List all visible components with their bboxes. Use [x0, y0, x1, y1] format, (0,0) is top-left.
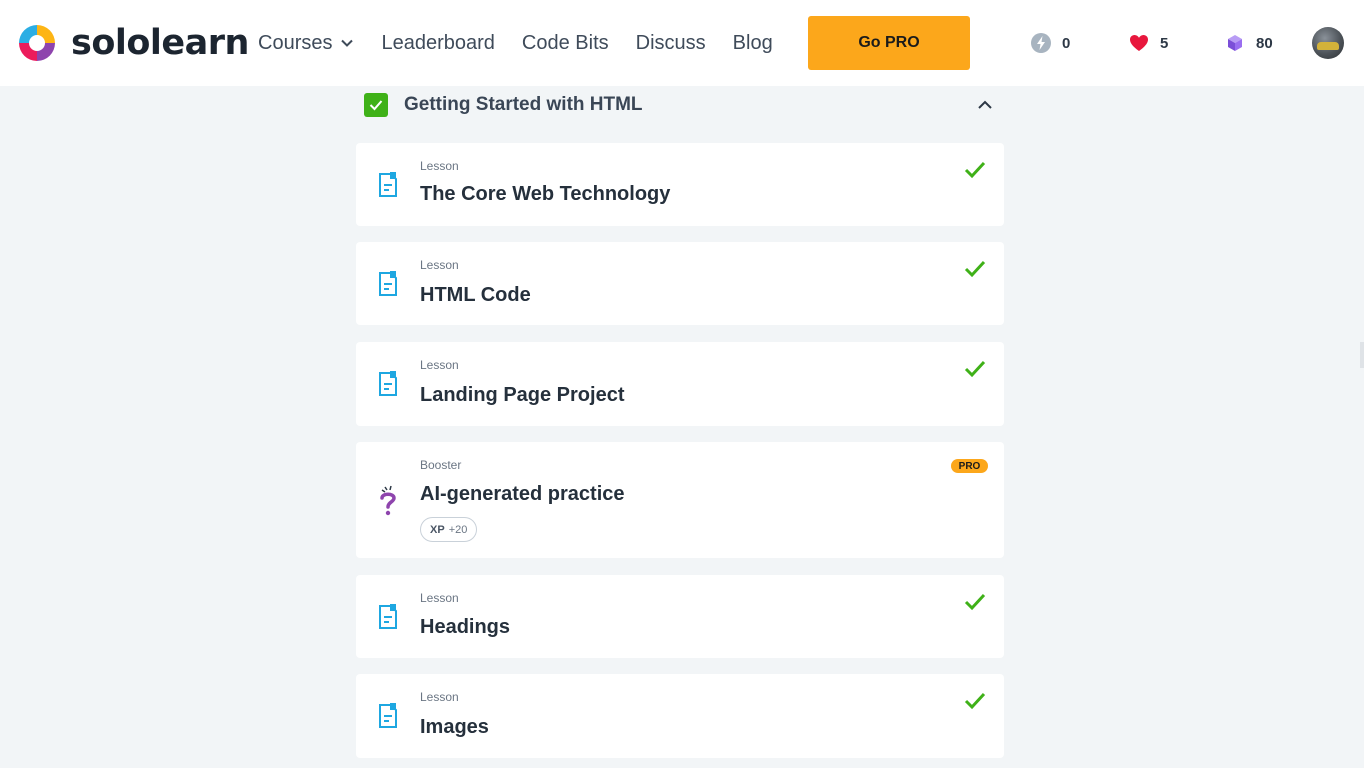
top-navbar: sololearn Courses Leaderboard Code Bits …	[0, 0, 1364, 86]
avatar-image	[1317, 42, 1339, 50]
xp-value: +20	[448, 523, 468, 536]
booster-item-ai-practice[interactable]: Booster AI-generated practice PRO XP +20	[356, 442, 1004, 558]
nav-courses-label: Courses	[258, 32, 333, 54]
item-title: Landing Page Project	[420, 384, 625, 406]
module-complete-checkbox	[364, 93, 388, 117]
item-title: HTML Code	[420, 284, 531, 306]
check-icon	[964, 360, 986, 378]
logo-wordmark: sololearn	[71, 23, 249, 63]
nav-courses[interactable]: Courses	[258, 30, 354, 56]
lesson-icon	[379, 371, 397, 396]
lesson-icon	[379, 703, 397, 728]
gem-cube-icon	[1228, 35, 1242, 51]
streak-counter[interactable]: 0	[1030, 32, 1070, 54]
item-type: Lesson	[420, 591, 459, 605]
hearts-count: 5	[1160, 34, 1169, 52]
lesson-item-headings[interactable]: Lesson Headings	[356, 575, 1004, 658]
heart-icon	[1130, 35, 1148, 51]
item-title: AI-generated practice	[420, 483, 625, 505]
lesson-item-core-web-technology[interactable]: Lesson The Core Web Technology	[356, 143, 1004, 226]
item-title: Images	[420, 716, 489, 738]
lesson-icon	[379, 172, 397, 197]
xp-reward-pill: XP +20	[420, 517, 478, 542]
lesson-icon	[379, 271, 397, 296]
lesson-icon	[379, 604, 397, 629]
lesson-item-images[interactable]: Lesson Images	[356, 674, 1004, 758]
hearts-counter[interactable]: 5	[1128, 32, 1168, 54]
xp-label: XP	[430, 523, 445, 536]
streak-count: 0	[1062, 34, 1071, 52]
question-mark-icon	[380, 485, 396, 516]
chevron-down-icon	[341, 39, 354, 47]
sololearn-logo-icon	[19, 25, 55, 61]
lesson-item-landing-page-project[interactable]: Lesson Landing Page Project	[356, 342, 1004, 426]
item-type: Lesson	[420, 159, 459, 173]
item-type: Lesson	[420, 258, 459, 272]
item-type: Lesson	[420, 358, 459, 372]
main-nav: Courses Leaderboard Code Bits Discuss Bl…	[258, 30, 800, 56]
lightning-icon	[1031, 33, 1051, 53]
go-pro-button[interactable]: Go PRO	[808, 16, 970, 70]
chevron-up-icon[interactable]	[976, 96, 994, 114]
check-icon	[964, 692, 986, 710]
item-type: Lesson	[420, 690, 459, 704]
gems-counter[interactable]: 80	[1224, 32, 1273, 54]
item-type: Booster	[420, 458, 462, 472]
user-avatar[interactable]	[1312, 27, 1344, 59]
nav-blog[interactable]: Blog	[733, 30, 773, 56]
check-icon	[369, 100, 383, 111]
sololearn-logo[interactable]: sololearn	[15, 21, 249, 65]
module-title: Getting Started with HTML	[404, 94, 643, 115]
item-title: The Core Web Technology	[420, 183, 671, 205]
nav-discuss[interactable]: Discuss	[636, 30, 706, 56]
check-icon	[964, 161, 986, 179]
item-title: Headings	[420, 616, 511, 638]
pro-badge: PRO	[951, 459, 988, 473]
check-icon	[964, 593, 986, 611]
lesson-item-html-code[interactable]: Lesson HTML Code	[356, 242, 1004, 325]
nav-code-bits[interactable]: Code Bits	[522, 30, 609, 56]
scrollbar-thumb[interactable]	[1360, 342, 1364, 368]
gems-count: 80	[1256, 34, 1273, 52]
check-icon	[964, 260, 986, 278]
module-header[interactable]: Getting Started with HTML	[364, 93, 1004, 117]
nav-leaderboard[interactable]: Leaderboard	[381, 30, 494, 56]
